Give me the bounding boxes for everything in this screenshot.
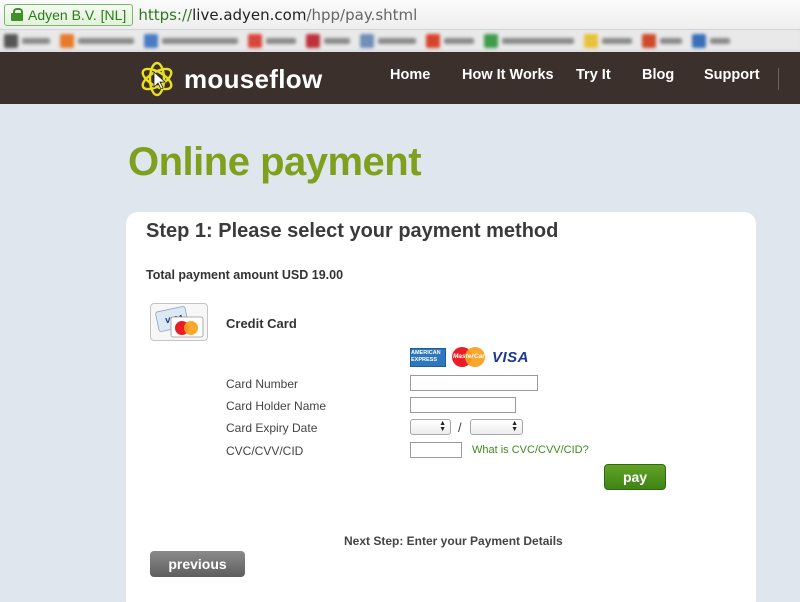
- site-logo[interactable]: mouseflow: [138, 60, 323, 98]
- card-holder-name-input[interactable]: [410, 397, 516, 413]
- lock-icon: [11, 8, 23, 21]
- nav-how-it-works[interactable]: How It Works: [462, 67, 554, 83]
- bookmark-item[interactable]: [360, 33, 416, 48]
- card-holder-name-label: Card Holder Name: [226, 399, 327, 413]
- logo-text: mouseflow: [184, 63, 323, 94]
- select-arrows-icon: ▲ ▼: [439, 420, 446, 433]
- credit-card-icon[interactable]: VISA: [150, 303, 208, 341]
- url-protocol: https://: [138, 5, 193, 24]
- mastercard-logo-icon: MasterCard: [452, 347, 489, 367]
- nav-support[interactable]: Support: [704, 67, 760, 83]
- bookmark-item[interactable]: [4, 33, 50, 48]
- amex-logo-text: AMERICAN EXPRESS: [411, 350, 441, 363]
- card-expiry-date-label: Card Expiry Date: [226, 421, 318, 435]
- bookmark-item[interactable]: [584, 33, 632, 48]
- page-title: Online payment: [128, 140, 422, 184]
- bookmark-item[interactable]: [60, 33, 134, 48]
- step-title: Step 1: Please select your payment metho…: [146, 220, 559, 242]
- credit-card-label[interactable]: Credit Card: [226, 316, 297, 331]
- bookmark-item[interactable]: [248, 33, 296, 48]
- bookmark-item[interactable]: [692, 33, 730, 48]
- bookmark-item[interactable]: [642, 33, 682, 48]
- bookmark-item[interactable]: [484, 33, 574, 48]
- site-identity: Adyen B.V. [NL]: [28, 6, 127, 23]
- url-text[interactable]: https://live.adyen.com/hpp/pay.shtml: [138, 6, 417, 24]
- browser-address-bar[interactable]: Adyen B.V. [NL] https://live.adyen.com/h…: [0, 0, 800, 30]
- ev-certificate-badge[interactable]: Adyen B.V. [NL]: [4, 3, 134, 26]
- mastercard-logo-text: MasterCard: [453, 353, 489, 360]
- card-brand-logos: AMERICAN EXPRESS MasterCard VISA: [410, 347, 529, 367]
- mouseflow-logo-icon: [141, 61, 173, 97]
- expiry-month-select[interactable]: ▲ ▼: [410, 419, 451, 435]
- nav-blog[interactable]: Blog: [642, 67, 674, 83]
- bookmarks-bar[interactable]: [0, 30, 800, 52]
- amex-logo-icon: AMERICAN EXPRESS: [410, 347, 446, 367]
- nav-try-it[interactable]: Try It: [576, 67, 611, 83]
- expiry-year-select[interactable]: ▲ ▼: [470, 419, 523, 435]
- bookmark-item[interactable]: [306, 33, 350, 48]
- next-step-text: Next Step: Enter your Payment Details: [344, 534, 563, 548]
- url-host: live.adyen.com: [192, 5, 307, 24]
- select-arrows-icon: ▲ ▼: [511, 420, 518, 433]
- total-amount: Total payment amount USD 19.00: [146, 268, 344, 282]
- bookmark-item[interactable]: [144, 33, 238, 48]
- cvc-input[interactable]: [410, 442, 462, 458]
- nav-home[interactable]: Home: [390, 67, 430, 83]
- pay-button[interactable]: pay: [604, 464, 666, 490]
- card-number-input[interactable]: [410, 375, 538, 391]
- expiry-separator: /: [458, 420, 462, 435]
- visa-logo: VISA: [492, 348, 530, 366]
- site-header: mouseflow Home How It Works Try It Blog …: [0, 52, 800, 104]
- card-number-label: Card Number: [226, 377, 299, 391]
- cvc-help-link[interactable]: What is CVC/CVV/CID?: [472, 444, 589, 456]
- bookmark-item[interactable]: [426, 33, 474, 48]
- previous-button[interactable]: previous: [150, 551, 245, 577]
- nav-divider: [778, 68, 779, 90]
- cvc-label: CVC/CVV/CID: [226, 444, 304, 458]
- url-path: /hpp/pay.shtml: [306, 5, 418, 24]
